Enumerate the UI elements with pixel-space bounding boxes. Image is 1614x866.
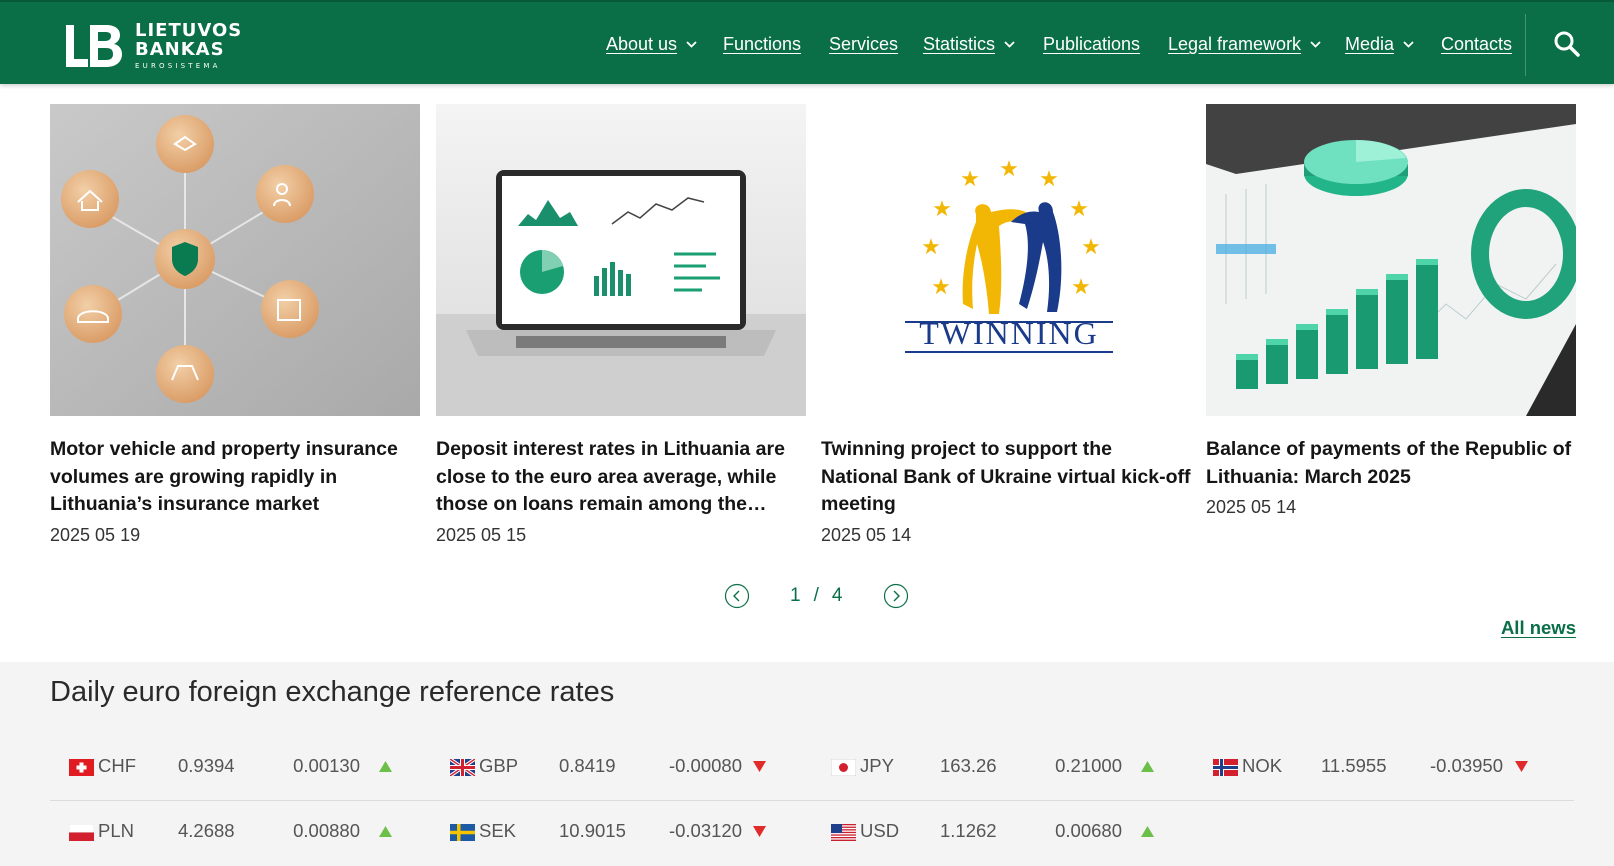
svg-text:★: ★ xyxy=(921,235,941,260)
arrow-up-icon xyxy=(1141,826,1154,837)
svg-text:★: ★ xyxy=(1069,197,1089,222)
flag-se-icon xyxy=(450,824,475,841)
currency-change: 0.00880 xyxy=(293,820,360,841)
currency-change: -0.03950 xyxy=(1429,755,1503,776)
chevron-down-icon xyxy=(686,40,697,48)
svg-text:★: ★ xyxy=(932,197,952,222)
chevron-down-icon xyxy=(1403,40,1414,48)
news-title[interactable]: Balance of payments of the Republic of L… xyxy=(1206,436,1576,491)
arrow-up-icon xyxy=(1141,761,1154,772)
nav-statistics[interactable]: Statistics xyxy=(923,33,1015,55)
currency-code: NOK xyxy=(1242,755,1283,776)
arrow-down-icon xyxy=(753,826,766,837)
rate-item-gbp[interactable]: GBP 0.8419 -0.00080 xyxy=(450,755,780,779)
all-news-link[interactable]: All news xyxy=(1501,617,1576,639)
main-nav: About us Functions Services Statistics P… xyxy=(0,2,1614,86)
news-title[interactable]: Deposit interest rates in Lithuania are … xyxy=(436,436,806,519)
svg-text:★: ★ xyxy=(931,275,951,300)
nav-label: Functions xyxy=(723,34,802,54)
pager-status: 1 / 4 xyxy=(784,585,849,607)
pager-total: 4 xyxy=(831,585,844,606)
svg-text:★: ★ xyxy=(1081,235,1101,260)
currency-code: GBP xyxy=(479,755,519,776)
chevron-down-icon xyxy=(1310,40,1321,48)
currency-code: PLN xyxy=(98,820,134,841)
nav-divider xyxy=(1525,14,1526,76)
currency-change: -0.03120 xyxy=(668,820,742,841)
rate-item-jpy[interactable]: JPY 163.26 0.21000 xyxy=(831,755,1161,779)
rate-item-chf[interactable]: CHF 0.9394 0.00130 xyxy=(69,755,399,779)
nav-label: Legal framework xyxy=(1168,34,1302,54)
chevron-down-icon xyxy=(1004,40,1015,48)
nav-legal-framework[interactable]: Legal framework xyxy=(1168,33,1321,55)
insurance-news-image[interactable] xyxy=(50,104,420,416)
flag-us-icon xyxy=(831,824,856,841)
chevron-right-icon[interactable] xyxy=(883,583,909,609)
flag-gb-icon xyxy=(450,759,475,776)
nav-about-us[interactable]: About us xyxy=(606,33,697,55)
nav-label: Media xyxy=(1345,34,1395,54)
news-card[interactable]: Motor vehicle and property insurance vol… xyxy=(50,104,420,546)
news-card[interactable]: Deposit interest rates in Lithuania are … xyxy=(436,104,806,546)
site-header: LIETUVOS BANKAS EUROSISTEMA About us Fun… xyxy=(0,0,1614,84)
svg-text:★: ★ xyxy=(1071,275,1091,300)
nav-publications[interactable]: Publications xyxy=(1043,33,1140,55)
flag-no-icon xyxy=(1213,759,1238,776)
currency-change: -0.00080 xyxy=(668,755,742,776)
arrow-down-icon xyxy=(1515,761,1528,772)
exchange-rates-section: Daily euro foreign exchange reference ra… xyxy=(0,662,1614,866)
currency-change: 0.00680 xyxy=(1055,820,1122,841)
chevron-left-icon[interactable] xyxy=(724,583,750,609)
nav-contacts[interactable]: Contacts xyxy=(1441,33,1512,55)
rate-item-sek[interactable]: SEK 10.9015 -0.03120 xyxy=(450,820,780,844)
currency-code: USD xyxy=(860,820,900,841)
search-icon[interactable] xyxy=(1553,30,1581,58)
svg-text:★: ★ xyxy=(960,167,980,192)
currency-change: 0.21000 xyxy=(1055,755,1122,776)
news-date: 2025 05 14 xyxy=(1206,497,1297,517)
flag-pl-icon xyxy=(69,824,94,841)
nav-label: Services xyxy=(829,34,899,54)
news-pager: 1 / 4 xyxy=(724,583,909,609)
arrow-down-icon xyxy=(753,761,766,772)
svg-text:★: ★ xyxy=(1039,167,1059,192)
nav-media[interactable]: Media xyxy=(1345,33,1414,55)
nav-services[interactable]: Services xyxy=(829,33,898,55)
nav-label: Contacts xyxy=(1441,34,1513,54)
currency-change: 0.00130 xyxy=(293,755,360,776)
news-date: 2025 05 14 xyxy=(821,524,912,545)
twinning-news-image[interactable]: ★ ★ ★ ★ ★ ★ ★ ★ ★ TWINNING xyxy=(821,104,1191,416)
arrow-up-icon xyxy=(379,761,392,772)
news-card[interactable]: ★ ★ ★ ★ ★ ★ ★ ★ ★ TWINNING Twinning project t… xyxy=(821,104,1191,546)
currency-code: JPY xyxy=(860,755,894,776)
rate-item-nok[interactable]: NOK 11.5955 -0.03950 xyxy=(1213,755,1543,779)
currency-code: SEK xyxy=(479,820,517,841)
news-title[interactable]: Motor vehicle and property insurance vol… xyxy=(50,436,420,519)
nav-label: Statistics xyxy=(923,34,996,54)
balance-of-payments-news-image[interactable] xyxy=(1206,104,1576,416)
pager-separator: / xyxy=(813,585,820,606)
news-date: 2025 05 15 xyxy=(436,524,527,545)
deposit-rates-news-image[interactable] xyxy=(436,104,806,416)
svg-text:★: ★ xyxy=(999,157,1019,182)
rate-item-pln[interactable]: PLN 4.2688 0.00880 xyxy=(69,820,399,844)
flag-jp-icon xyxy=(831,759,856,776)
news-date: 2025 05 19 xyxy=(50,524,141,545)
rates-row-divider xyxy=(50,800,1574,801)
news-title[interactable]: Twinning project to support the National… xyxy=(821,436,1191,519)
arrow-up-icon xyxy=(379,826,392,837)
news-card[interactable]: Balance of payments of the Republic of L… xyxy=(1206,104,1576,518)
nav-label: Publications xyxy=(1043,34,1141,54)
pager-current: 1 xyxy=(790,585,802,606)
rate-item-usd[interactable]: USD 1.1262 0.00680 xyxy=(831,820,1161,844)
flag-ch-icon xyxy=(69,759,94,776)
twinning-logo-text: TWINNING xyxy=(919,315,1099,351)
nav-functions[interactable]: Functions xyxy=(723,33,801,55)
currency-code: CHF xyxy=(98,755,137,776)
nav-label: About us xyxy=(606,34,678,54)
rates-title: Daily euro foreign exchange reference ra… xyxy=(50,676,615,708)
